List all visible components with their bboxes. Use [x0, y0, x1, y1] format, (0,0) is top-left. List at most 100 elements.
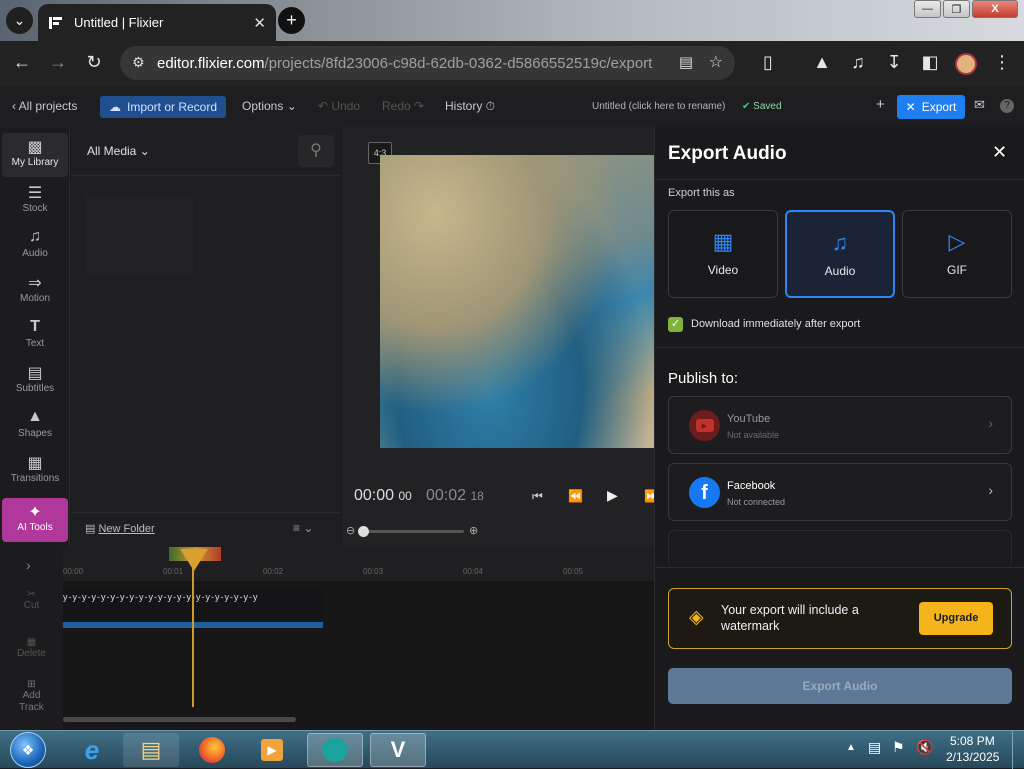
zoom-slider-handle[interactable] — [358, 526, 369, 537]
taskbar-media-player[interactable]: ▶ — [244, 733, 300, 767]
taskbar-ie[interactable]: e — [64, 733, 120, 767]
undo-button[interactable]: ↶ Undo — [318, 99, 360, 113]
zoom-slider-track[interactable] — [362, 530, 464, 533]
divider — [71, 175, 341, 176]
site-info-icon[interactable]: ⚙ — [132, 54, 145, 71]
export-type-audio[interactable]: ♫ Audio — [785, 210, 895, 298]
export-panel-title: Export Audio — [668, 143, 787, 164]
sidebar-item-shapes[interactable]: ▲ Shapes — [2, 404, 68, 448]
ruler-tick-label: 00:05 — [563, 567, 584, 576]
bookmark-star-icon[interactable]: ☆ — [709, 52, 723, 72]
clock-time[interactable]: 5:08 PM — [950, 734, 995, 748]
close-panel-icon[interactable]: ✕ — [992, 142, 1007, 163]
media-filter-dropdown[interactable]: All Media ⌄ — [87, 144, 150, 158]
add-track-button[interactable]: ⊞ Add Track — [0, 679, 63, 714]
export-audio-button[interactable]: Export Audio — [668, 668, 1012, 704]
editor-toolbar: ‹ All projects ☁ Import or Record Option… — [0, 86, 1024, 127]
tab-search-button[interactable]: ⌄ — [6, 7, 33, 34]
youtube-icon: ▶ — [689, 410, 720, 441]
address-bar[interactable]: ⚙ editor.flixier.com/projects/8fd23006-c… — [120, 46, 735, 80]
clock-date[interactable]: 2/13/2025 — [946, 750, 999, 764]
publish-youtube[interactable]: ▶ YouTube Not available › — [668, 396, 1012, 454]
chevron-right-icon[interactable]: › — [26, 557, 31, 573]
redo-button[interactable]: Redo ↷ — [382, 99, 424, 113]
project-name[interactable]: Untitled (click here to rename) — [592, 101, 725, 112]
sidebar-item-ai-tools[interactable]: ✦ AI Tools — [2, 498, 68, 542]
reload-icon[interactable]: ↻ — [82, 52, 106, 73]
taskbar-firefox[interactable] — [184, 733, 240, 767]
export-type-gif[interactable]: ▷ GIF — [902, 210, 1012, 298]
import-record-button[interactable]: ☁ Import or Record — [100, 96, 226, 118]
chevron-right-icon: › — [988, 482, 993, 498]
download-checkbox-label: Download immediately after export — [691, 318, 861, 330]
extensions-icon[interactable]: ▯ — [756, 52, 780, 73]
zoom-out-icon[interactable]: ⊖ — [346, 524, 355, 537]
sidebar-item-my-library[interactable]: ▩ My Library — [2, 133, 68, 177]
minimize-button[interactable]: — — [914, 0, 941, 18]
forward-icon[interactable]: → — [46, 52, 70, 73]
export-section-label: Export this as — [668, 187, 735, 199]
publish-more-destinations[interactable] — [668, 530, 1012, 566]
tray-expand-icon[interactable]: ▲ — [846, 742, 856, 753]
export-button[interactable]: ✕ Export — [897, 95, 965, 119]
window-close-button[interactable]: X — [972, 0, 1018, 18]
sidebar-item-motion[interactable]: ⇒ Motion — [2, 269, 68, 313]
new-tab-button[interactable]: + — [278, 7, 305, 34]
history-button[interactable]: History ⏱ — [445, 99, 495, 114]
upgrade-button[interactable]: Upgrade — [919, 602, 993, 635]
profile-avatar[interactable] — [955, 53, 977, 75]
export-type-video[interactable]: ▦ Video — [668, 210, 778, 298]
side-panel-icon[interactable]: ◧ — [918, 52, 942, 73]
playhead-handle[interactable] — [180, 549, 208, 571]
chat-icon[interactable]: ✉ — [974, 97, 985, 113]
rewind-icon[interactable]: ⏪ — [568, 489, 583, 503]
delete-button[interactable]: ▦ Delete — [0, 637, 63, 659]
zoom-in-icon[interactable]: ⊕ — [469, 524, 478, 537]
maximize-button[interactable]: ❐ — [943, 0, 970, 18]
download-checkbox[interactable]: ✓ — [668, 317, 683, 332]
sidebar-item-stock[interactable]: ☰ Stock — [2, 179, 68, 223]
cut-button[interactable]: ✂ Cut — [0, 589, 63, 611]
sidebar-item-audio[interactable]: ♫ Audio — [2, 224, 68, 268]
labs-flask-icon[interactable]: ▲ — [810, 52, 834, 73]
action-center-flag-icon[interactable]: ⚑ — [892, 739, 905, 756]
divider — [655, 567, 1024, 568]
destination-status: Not connected — [727, 497, 786, 507]
taskbar-video-app[interactable]: V — [370, 733, 426, 767]
sidebar-item-subtitles[interactable]: ▤ Subtitles — [2, 359, 68, 403]
new-folder-button[interactable]: ▤ New Folder — [85, 522, 155, 535]
media-search-button[interactable]: ⚲ — [298, 135, 334, 167]
facebook-icon: f — [689, 477, 720, 508]
volume-muted-icon[interactable]: 🔇 — [916, 739, 933, 756]
add-icon[interactable]: + — [876, 96, 885, 113]
export-type-label: Video — [707, 263, 739, 277]
close-tab-icon[interactable]: ✕ — [253, 14, 266, 32]
options-menu[interactable]: Options ⌄ — [242, 99, 297, 113]
browser-tab[interactable]: Untitled | Flixier ✕ — [38, 4, 276, 41]
skip-start-icon[interactable]: ⏮ — [532, 489, 543, 504]
install-app-icon[interactable]: ▤ — [679, 53, 693, 71]
download-icon[interactable]: ↧ — [882, 52, 906, 73]
show-desktop-button[interactable] — [1012, 731, 1024, 769]
media-control-icon[interactable]: ♫ — [846, 52, 870, 73]
windows-logo-icon: ❖ — [21, 742, 35, 758]
sort-icon[interactable]: ≡ ⌄ — [293, 521, 313, 535]
sidebar-item-text[interactable]: T Text — [2, 314, 68, 358]
timeline-scrollbar[interactable] — [63, 717, 296, 722]
start-button[interactable]: ❖ — [10, 732, 46, 768]
taskbar-chrome-app[interactable] — [307, 733, 363, 767]
publish-facebook[interactable]: f Facebook Not connected › — [668, 463, 1012, 521]
network-icon[interactable]: ▤ — [868, 739, 881, 756]
back-icon[interactable]: ← — [10, 52, 34, 73]
sidebar-item-transitions[interactable]: ▦ Transitions — [2, 449, 68, 493]
cloud-upload-icon: ☁ — [108, 100, 121, 114]
menu-kebab-icon[interactable]: ⋮ — [990, 52, 1014, 73]
play-icon[interactable]: ▶ — [607, 487, 618, 504]
all-projects-link[interactable]: ‹ All projects — [12, 99, 77, 113]
help-icon[interactable]: ? — [1000, 99, 1014, 113]
shapes-icon: ▲ — [27, 408, 43, 425]
taskbar-explorer[interactable]: ▤ — [123, 733, 179, 767]
playhead[interactable] — [192, 563, 194, 707]
divider — [655, 347, 1024, 348]
sparkle-icon: ✦ — [28, 504, 42, 521]
